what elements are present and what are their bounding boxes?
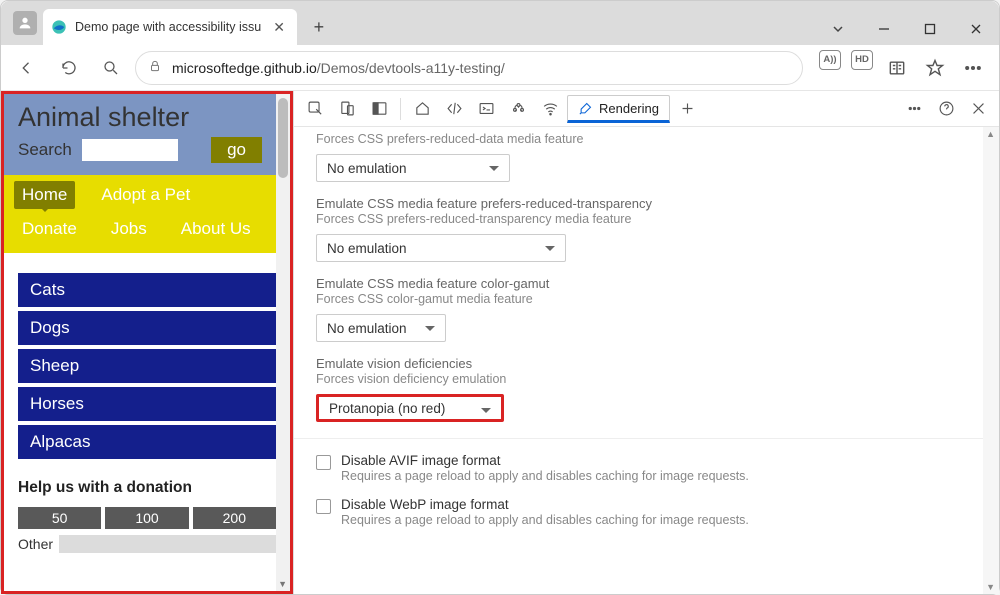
chevron-down-icon [481, 408, 491, 418]
scroll-down-icon[interactable]: ▼ [986, 582, 995, 592]
donate-heading: Help us with a donation [18, 479, 276, 497]
page-preview: Animal shelter Search go Home Adopt a Pe… [1, 91, 293, 594]
amount-button[interactable]: 200 [193, 507, 276, 529]
more-tools-icon[interactable] [899, 94, 929, 124]
console-icon[interactable] [471, 94, 501, 124]
sources-icon[interactable] [503, 94, 533, 124]
nav-donate[interactable]: Donate [14, 215, 85, 243]
list-item[interactable]: Cats [18, 273, 276, 307]
read-aloud-icon[interactable]: A)) [819, 50, 841, 70]
more-icon[interactable] [955, 50, 991, 86]
search-button[interactable] [93, 50, 129, 86]
search-input[interactable] [82, 139, 178, 161]
device-icon[interactable] [332, 94, 362, 124]
new-tab-button[interactable]: + [301, 9, 337, 45]
devtools-panel: Rendering Forces CSS prefers-reduced-dat… [293, 91, 999, 594]
rendering-panel: Forces CSS prefers-reduced-data media fe… [294, 127, 999, 594]
dock-icon[interactable] [364, 94, 394, 124]
checkbox-sub: Requires a page reload to apply and disa… [341, 513, 749, 527]
section-sub: Forces CSS prefers-reduced-transparency … [316, 212, 977, 226]
devtools-tabbar: Rendering [294, 91, 999, 127]
other-amount-input[interactable] [59, 535, 276, 553]
browser-toolbar: microsoftedge.github.io/Demos/devtools-a… [1, 45, 999, 91]
page-title: Animal shelter [18, 102, 262, 133]
help-icon[interactable] [931, 94, 961, 124]
scroll-thumb[interactable] [278, 98, 288, 178]
nav-jobs[interactable]: Jobs [103, 215, 155, 243]
back-button[interactable] [9, 50, 45, 86]
disable-webp-checkbox[interactable] [316, 499, 331, 514]
section-sub: Forces CSS color-gamut media feature [316, 292, 977, 306]
url-path: /Demos/devtools-a11y-testing/ [317, 60, 505, 76]
amount-button[interactable]: 50 [18, 507, 101, 529]
favorite-icon[interactable] [917, 50, 953, 86]
prefers-reduced-data-select[interactable]: No emulation [316, 154, 510, 182]
add-tab-button[interactable] [672, 94, 702, 124]
browser-tab[interactable]: Demo page with accessibility issu ✕ [43, 9, 297, 45]
profile-avatar[interactable] [13, 11, 37, 35]
chevron-down-icon[interactable] [815, 13, 861, 45]
disable-avif-checkbox[interactable] [316, 455, 331, 470]
titlebar: Demo page with accessibility issu ✕ + [1, 1, 999, 45]
brush-icon [578, 101, 593, 116]
nav-adopt[interactable]: Adopt a Pet [93, 181, 198, 209]
scroll-up-icon[interactable]: ▲ [986, 129, 995, 139]
search-label: Search [18, 140, 72, 160]
nav-about[interactable]: About Us [173, 215, 259, 243]
hd-badge-icon[interactable]: HD [851, 50, 873, 70]
lock-icon [148, 59, 162, 76]
minimize-button[interactable] [861, 13, 907, 45]
network-icon[interactable] [535, 94, 565, 124]
page-scrollbar[interactable]: ▲ ▼ [276, 94, 290, 591]
elements-icon[interactable] [439, 94, 469, 124]
main-nav: Home Adopt a Pet Donate Jobs About Us [4, 175, 276, 253]
list-item[interactable]: Dogs [18, 311, 276, 345]
prefers-reduced-transparency-select[interactable]: No emulation [316, 234, 566, 262]
tab-rendering[interactable]: Rendering [567, 95, 670, 123]
reader-icon[interactable] [879, 50, 915, 86]
checkbox-label: Disable WebP image format [341, 497, 749, 512]
list-item[interactable]: Horses [18, 387, 276, 421]
close-devtools-button[interactable] [963, 94, 993, 124]
tab-title: Demo page with accessibility issu [75, 20, 261, 34]
amount-button[interactable]: 100 [105, 507, 188, 529]
edge-icon [51, 19, 67, 35]
welcome-icon[interactable] [407, 94, 437, 124]
close-button[interactable] [953, 13, 999, 45]
inspect-icon[interactable] [300, 94, 330, 124]
checkbox-label: Disable AVIF image format [341, 453, 749, 468]
scroll-down-icon[interactable]: ▼ [278, 579, 287, 589]
go-button[interactable]: go [211, 137, 262, 163]
chevron-down-icon [425, 326, 435, 336]
section-label: Emulate CSS media feature prefers-reduce… [316, 196, 977, 211]
divider [294, 438, 999, 439]
chevron-down-icon [545, 246, 555, 256]
url-host: microsoftedge.github.io [172, 60, 317, 76]
section-sub: Forces vision deficiency emulation [316, 372, 977, 386]
tab-close-icon[interactable]: ✕ [269, 19, 289, 36]
refresh-button[interactable] [51, 50, 87, 86]
checkbox-sub: Requires a page reload to apply and disa… [341, 469, 749, 483]
list-item[interactable]: Sheep [18, 349, 276, 383]
vision-deficiency-select[interactable]: Protanopia (no red) [316, 394, 504, 422]
list-item[interactable]: Alpacas [18, 425, 276, 459]
other-label: Other [18, 536, 53, 552]
nav-home[interactable]: Home [14, 181, 75, 209]
section-sub: Forces CSS prefers-reduced-data media fe… [316, 132, 977, 146]
color-gamut-select[interactable]: No emulation [316, 314, 446, 342]
chevron-down-icon [489, 166, 499, 176]
maximize-button[interactable] [907, 13, 953, 45]
devtools-scrollbar[interactable]: ▲ ▼ [983, 127, 999, 594]
address-bar[interactable]: microsoftedge.github.io/Demos/devtools-a… [135, 51, 803, 85]
section-label: Emulate vision deficiencies [316, 356, 977, 371]
section-label: Emulate CSS media feature color-gamut [316, 276, 977, 291]
